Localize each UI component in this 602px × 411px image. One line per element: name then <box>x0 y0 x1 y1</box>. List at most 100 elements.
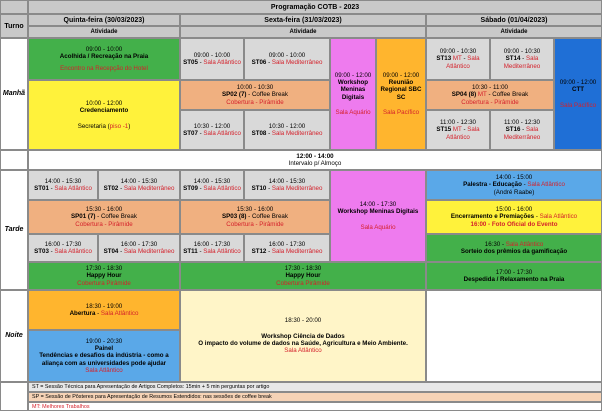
thu-st01-time: 14:00 - 15:30 <box>44 177 82 185</box>
thu-cred-loc-c: ) <box>128 122 131 130</box>
lunch-label: Intervalo p/ Almoço <box>288 160 342 167</box>
fri-sp02-time: 10:00 - 10:30 <box>236 84 274 92</box>
sat-st13-mt: MT <box>452 55 462 63</box>
sat-st14: 09:00 - 10:30 ST14 - Sala Mediterrâneo <box>490 38 554 80</box>
thu-acolhida: 09:00 - 10:00 Acolhida / Recreação na Pr… <box>28 38 180 80</box>
sat-st15-time: 11:00 - 12:30 <box>439 119 476 127</box>
thu-cred-loc: Secretaria (piso -1) <box>78 123 131 130</box>
sat-st15-code: ST15 <box>436 126 452 134</box>
lunch-row: 12:00 - 14:00 Intervalo p/ Almoço <box>28 150 602 170</box>
thu-st02-time: 14:00 - 15:30 <box>120 177 158 185</box>
thu-st03-loc: Sala Atlântico <box>54 248 92 255</box>
fri-reuniao-loc: Sala Pacífico <box>382 108 420 116</box>
sat-evening-empty <box>426 290 602 382</box>
fri-happy-hour: 17:30 - 18:30 Happy Hour Cobertura Pirâm… <box>180 262 426 290</box>
fri-st05-time: 09:00 - 10:00 <box>193 51 231 59</box>
thu-acolhida-title: Acolhida / Recreação na Praia <box>59 53 149 61</box>
fri-happy-loc: Cobertura Pirâmide <box>276 279 330 287</box>
legend-left-blank <box>0 382 28 411</box>
fri-st09-loc: Sala Atlântico <box>203 185 241 192</box>
thu-sp01-time: 15:30 - 16:00 <box>85 206 123 214</box>
sat-sp04-loc: Cobertura - Pirâmide <box>461 98 519 106</box>
legend-st: ST = Sessão Técnica para Apresentação de… <box>28 382 602 392</box>
thu-acolhida-time: 09:00 - 10:00 <box>85 46 123 54</box>
activity-header-thu: Atividade <box>28 26 180 38</box>
fri-st07-time: 10:30 - 12:00 <box>193 122 231 130</box>
thu-cred-loc-b: piso -1 <box>109 122 129 130</box>
fri-st05: 09:00 - 10:00 ST05 - Sala Atlântico <box>180 38 244 80</box>
sat-palestra-time: 14:00 - 15:00 <box>495 174 533 182</box>
day-header-sat: Sábado (01/04/2023) <box>426 14 602 26</box>
fri-st08-code: ST08 <box>251 130 267 137</box>
thu-sp01-label: Coffee Break <box>100 213 137 221</box>
fri-st06-loc: Sala Mediterrâneo <box>271 59 323 66</box>
fri-st12: 16:00 - 17:30 ST12 - Sala Mediterrâneo <box>244 234 330 262</box>
fri-ciencia-time: 18:30 - 20:00 <box>284 317 322 325</box>
thu-painel-time: 19:00 - 20:30 <box>85 337 123 345</box>
thu-st02: 14:00 - 15:30 ST02 - Sala Mediterrâneo <box>98 170 180 200</box>
fri-ciencia-title: Workshop Ciência de Dados <box>261 332 345 340</box>
lunch-time: 12:00 - 14:00 <box>296 152 334 160</box>
fri-meninas2-title: Workshop Meninas Digitais <box>337 208 419 216</box>
day-header-fri: Sexta-feira (31/03/2023) <box>180 14 426 26</box>
sat-ctt-loc: Sala Pacífico <box>559 101 597 109</box>
fri-sp03-time: 15:30 - 16:00 <box>236 206 274 214</box>
fri-meninas-title: Workshop Meninas Digitais <box>337 79 369 101</box>
thu-acolhida-loc: Encontro na Recepção do Hotel <box>60 64 148 72</box>
thu-painel: 19:00 - 20:30 Painel Tendências e desafi… <box>28 330 180 382</box>
sat-ctt-title: CTT <box>571 86 585 94</box>
thu-st04-time: 16:00 - 17:30 <box>120 240 158 248</box>
thu-st02-loc: Sala Mediterrâneo <box>123 185 175 192</box>
shift-cell-afternoon: Tarde <box>0 170 28 290</box>
fri-reuniao-time: 09:00 - 12:00 <box>382 71 420 79</box>
fri-sp03-label: Coffee Break <box>251 213 288 221</box>
sat-st15-mt: MT <box>452 126 462 134</box>
sat-premiacoes: 15:00 - 16:00 Encerramento e Premiações … <box>426 200 602 234</box>
fri-st08: 10:30 - 12:00 ST08 - Sala Mediterrâneo <box>244 110 330 150</box>
turno-label: Turno <box>4 22 24 30</box>
fri-reuniao-title: Reunião Regional SBC SC <box>380 79 422 101</box>
fri-sp03: 15:30 - 16:00 SP03 (8) - Coffee Break Co… <box>180 200 330 234</box>
thu-happy-hour: 17:30 - 18:30 Happy Hour Cobertura Pirâm… <box>28 262 180 290</box>
thu-st04-loc: Sala Mediterrâneo <box>123 248 175 255</box>
shift-label-morning: Manhã <box>2 89 26 97</box>
thu-st03: 16:00 - 17:30 ST03 - Sala Atlântico <box>28 234 98 262</box>
fri-st06: 09:00 - 10:00 ST06 - Sala Mediterrâneo <box>244 38 330 80</box>
sat-st15: 11:00 - 12:30 ST15 MT - Sala Atlântico <box>426 110 490 150</box>
sat-premiacoes-time: 15:00 - 16:00 <box>495 206 533 214</box>
thu-sp01-code: SP01 (7) <box>71 213 96 221</box>
sat-sp04-code: SP04 (8) <box>451 91 477 99</box>
sat-premiacoes-loc: Sala Atlântico <box>539 213 578 221</box>
day-header-thu: Quinta-feira (30/03/2023) <box>28 14 180 26</box>
fri-st09: 14:00 - 15:30 ST09 - Sala Atlântico <box>180 170 244 200</box>
shift-label-afternoon: Tarde <box>4 225 24 233</box>
thu-sp01: 15:30 - 16:00 SP01 (7) - Coffee Break Co… <box>28 200 180 234</box>
thu-happy-loc: Cobertura Pirâmide <box>77 279 131 287</box>
turno-header: Turno <box>0 14 28 38</box>
fri-st10-time: 14:00 - 15:30 <box>268 177 306 185</box>
fri-st05-code: ST05 <box>183 59 198 66</box>
fri-sp03-loc: Cobertura - Pirâmide <box>226 220 284 228</box>
fri-meninas2-loc: Sala Aquário <box>360 223 396 231</box>
fri-meninas-morning: 09:00 - 12:00 Workshop Meninas Digitais … <box>330 38 376 150</box>
fri-st09-code: ST09 <box>183 185 198 192</box>
legend-mt-text: MT: Melhores Trabalhos <box>32 404 90 410</box>
fri-st08-time: 10:30 - 12:00 <box>268 122 306 130</box>
fri-sp02-label: Coffee Break <box>251 91 288 99</box>
sat-ctt-time: 09:00 - 12:00 <box>559 79 597 87</box>
sat-palestra-title: Palestra - Educação <box>463 181 522 189</box>
fri-st12-time: 16:00 - 17:30 <box>268 240 306 248</box>
page-title: Programação COTB - 2023 <box>28 0 602 14</box>
fri-meninas-loc: Sala Aquário <box>335 108 371 116</box>
fri-reuniao: 09:00 - 12:00 Reunião Regional SBC SC Sa… <box>376 38 426 150</box>
thu-st04: 16:00 - 17:30 ST04 - Sala Mediterrâneo <box>98 234 180 262</box>
fri-happy-time: 17:30 - 18:30 <box>284 265 322 273</box>
fri-sp02: 10:00 - 10:30 SP02 (7) - Coffee Break Co… <box>180 80 330 110</box>
legend-sp-text: SP = Sessão de Pôsteres para Apresentaçã… <box>32 394 272 400</box>
fri-ciencia-loc: Sala Atlântico <box>284 347 322 355</box>
sat-premiacoes-photo: 16:00 - Foto Oficial do Evento <box>470 220 558 228</box>
activity-header-sat: Atividade <box>426 26 602 38</box>
sat-premiacoes-title: Encerramento e Premiações <box>450 213 535 221</box>
legend-sp: SP = Sessão de Pôsteres para Apresentaçã… <box>28 392 602 402</box>
thu-painel-loc: Sala Atlântico <box>85 366 123 374</box>
